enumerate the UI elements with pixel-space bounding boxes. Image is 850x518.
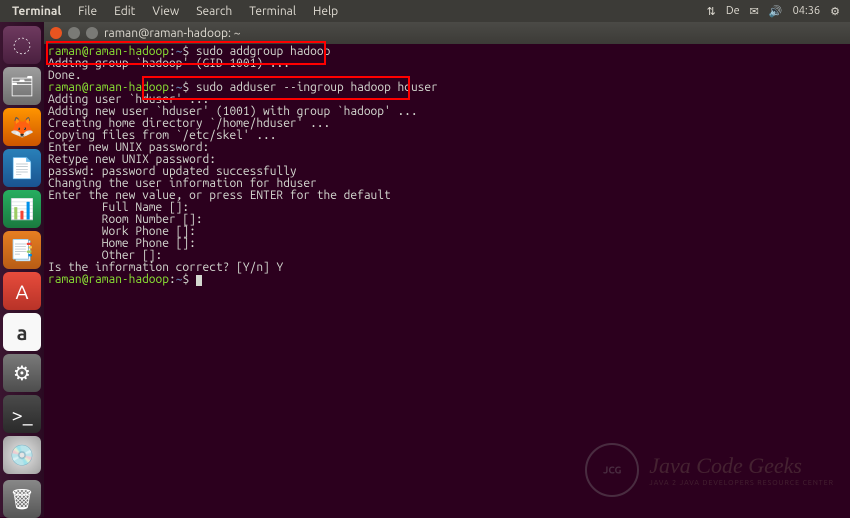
menu-file[interactable]: File	[70, 3, 105, 20]
terminal-body[interactable]: raman@raman-hadoop:~$ sudo addgroup hado…	[44, 44, 850, 517]
window-title: raman@raman-hadoop: ~	[104, 27, 241, 40]
menu-search[interactable]: Search	[188, 3, 240, 20]
writer-icon[interactable]: 📄	[3, 149, 41, 187]
cursor	[196, 275, 202, 286]
unity-launcher: ◌ 🗂 🦊 📄 📊 📑 A a ⚙ >_ 💿 🗑	[0, 22, 44, 517]
network-icon[interactable]: ⇅	[707, 5, 716, 18]
menu-edit[interactable]: Edit	[106, 3, 143, 20]
calc-icon[interactable]: 📊	[3, 190, 41, 228]
terminal-launcher-icon[interactable]: >_	[3, 395, 41, 433]
volume-icon[interactable]: 🔊	[769, 5, 783, 18]
clock[interactable]: 04:36	[793, 5, 821, 17]
menubar-right: ⇅ De ✉ 🔊 04:36 ⚙	[707, 5, 846, 18]
files-icon[interactable]: 🗂	[3, 67, 41, 105]
software-center-icon[interactable]: A	[3, 272, 41, 310]
disc-icon[interactable]: 💿	[3, 436, 41, 474]
maximize-button[interactable]	[86, 27, 98, 39]
dash-icon[interactable]: ◌	[3, 26, 41, 64]
minimize-button[interactable]	[68, 27, 80, 39]
terminal-window: raman@raman-hadoop: ~ raman@raman-hadoop…	[44, 22, 850, 517]
prompt-user: raman@raman-hadoop	[48, 273, 169, 286]
firefox-icon[interactable]: 🦊	[3, 108, 41, 146]
system-settings-icon[interactable]: ⚙	[3, 354, 41, 392]
messaging-icon[interactable]: ✉	[750, 5, 759, 18]
prompt-sep: :	[169, 273, 176, 286]
amazon-icon[interactable]: a	[3, 313, 41, 351]
settings-gear-icon[interactable]: ⚙	[830, 5, 840, 18]
impress-icon[interactable]: 📑	[3, 231, 41, 269]
window-titlebar[interactable]: raman@raman-hadoop: ~	[44, 22, 850, 44]
close-button[interactable]	[50, 27, 62, 39]
menubar-left: Terminal File Edit View Search Terminal …	[4, 3, 346, 20]
menu-app[interactable]: Terminal	[4, 3, 69, 20]
trash-icon[interactable]: 🗑	[3, 480, 41, 518]
output-line: Adding group `hadoop' (GID 1001) ...	[48, 58, 846, 70]
language-indicator[interactable]: De	[726, 5, 740, 17]
menu-view[interactable]: View	[144, 3, 187, 20]
command-2: sudo adduser --ingroup hadoop hduser	[196, 81, 438, 94]
menu-terminal[interactable]: Terminal	[241, 3, 304, 20]
prompt-symbol: $	[182, 273, 189, 286]
menu-help[interactable]: Help	[305, 3, 346, 20]
top-menubar: Terminal File Edit View Search Terminal …	[0, 0, 850, 22]
